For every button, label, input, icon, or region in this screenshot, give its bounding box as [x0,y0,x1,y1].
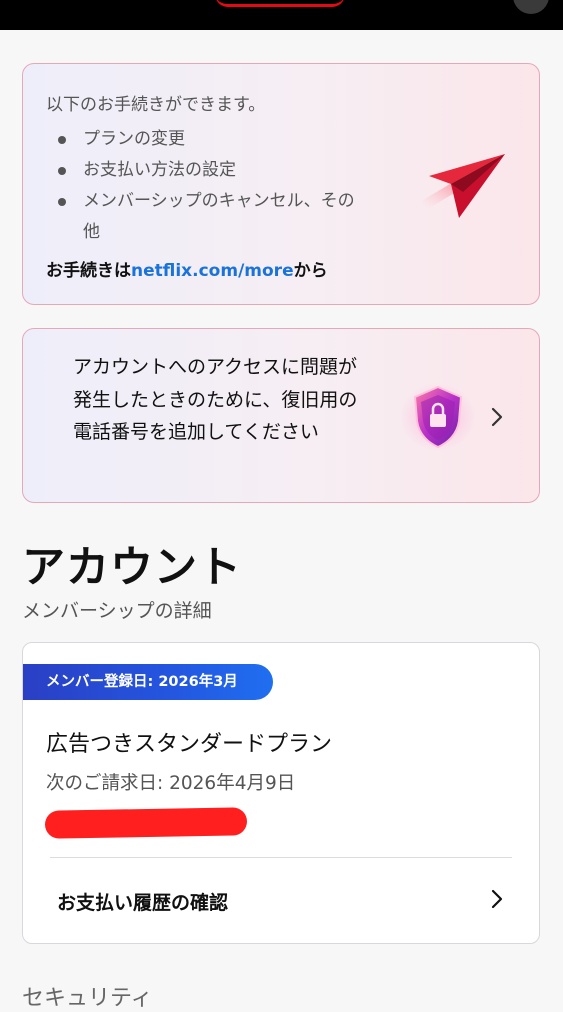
page-title: アカウント [22,543,242,593]
member-since-badge: メンバー登録日: 2026年3月 [23,664,273,700]
redaction-mark [44,807,248,839]
security-section-heading: セキュリティ [22,986,153,1011]
plan-name: 広告つきスタンダードプラン [46,732,333,757]
netflix-logo[interactable] [215,0,345,7]
payment-history-label: お支払い履歴の確認 [57,892,229,914]
profile-avatar[interactable] [513,0,549,14]
actions-intro: 以下のお手続きができます。 [46,95,266,115]
recovery-phone-card[interactable]: アカウントへのアクセスに問題が発生したときのために、復旧用の電話番号を追加してく… [22,328,540,503]
lock-shield-icon [400,383,476,451]
list-item: プランの変更 [46,124,363,155]
account-actions-card: 以下のお手続きができます。 プランの変更 お支払い方法の設定 メンバーシップのキ… [22,63,540,305]
actions-list: プランの変更 お支払い方法の設定 メンバーシップのキャンセル、その他 [46,124,363,248]
chevron-right-icon [491,407,503,427]
footer-prefix: お手続きは [46,261,131,281]
membership-subtitle: メンバーシップの詳細 [22,600,212,622]
chevron-right-icon [491,889,503,909]
paper-plane-icon [423,154,505,218]
netflix-more-link[interactable]: netflix.com/more [131,261,294,281]
actions-footer: お手続きはnetflix.com/moreから [46,256,328,281]
list-item: お支払い方法の設定 [46,155,363,186]
list-item: メンバーシップのキャンセル、その他 [46,186,363,248]
top-bar [0,0,563,30]
recovery-message: アカウントへのアクセスに問題が発生したときのために、復旧用の電話番号を追加してく… [73,356,358,443]
membership-card: メンバー登録日: 2026年3月 広告つきスタンダードプラン 次のご請求日: 2… [22,642,540,944]
footer-suffix: から [293,261,328,281]
next-billing-date: 次のご請求日: 2026年4月9日 [46,773,296,794]
payment-history-link[interactable]: お支払い履歴の確認 [23,858,539,943]
